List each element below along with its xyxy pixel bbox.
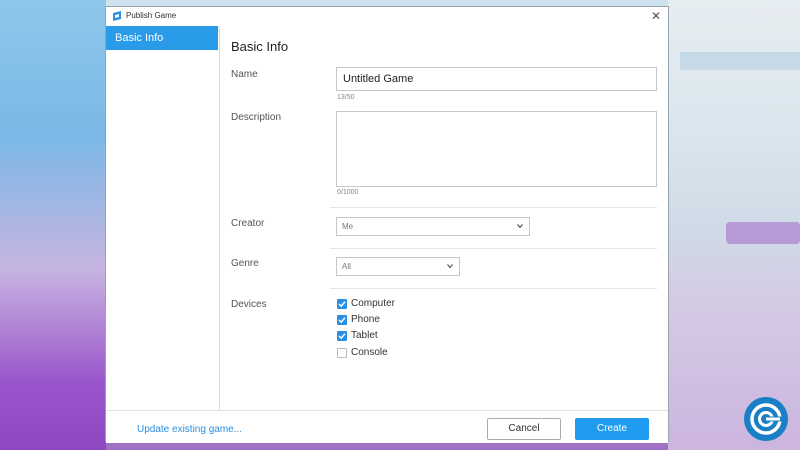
title-bar: Publish Game ✕: [106, 7, 668, 26]
divider: [330, 288, 657, 289]
chevron-down-icon: [517, 224, 523, 229]
sidebar-item-basic-info[interactable]: Basic Info: [106, 26, 218, 50]
device-label: Tablet: [351, 330, 378, 341]
checkbox-checked[interactable]: [337, 331, 347, 341]
checkmark-icon: [338, 301, 346, 308]
chevron-down-icon: [447, 264, 453, 269]
device-label: Console: [351, 347, 388, 358]
update-existing-game-link[interactable]: Update existing game...: [137, 424, 242, 435]
genre-dropdown[interactable]: All: [336, 257, 460, 276]
basic-info-panel: Basic Info Name 13/50 Description 0/1000…: [220, 26, 668, 410]
background-shape: [680, 52, 800, 70]
close-icon[interactable]: ✕: [650, 9, 662, 23]
divider: [330, 207, 657, 208]
device-label: Computer: [351, 298, 395, 309]
checkbox-checked[interactable]: [337, 299, 347, 309]
dialog-footer: Update existing game... Cancel Create: [106, 410, 668, 443]
background-left: [0, 0, 106, 450]
genre-value: All: [342, 262, 351, 271]
name-input[interactable]: [336, 67, 657, 91]
description-input[interactable]: [336, 111, 657, 187]
cancel-button[interactable]: Cancel: [487, 418, 561, 440]
devices-label: Devices: [231, 299, 267, 310]
device-label: Phone: [351, 314, 380, 325]
checkmark-icon: [338, 333, 346, 340]
genre-label: Genre: [231, 258, 259, 269]
creator-value: Me: [342, 222, 354, 231]
create-button[interactable]: Create: [575, 418, 649, 440]
page-title: Basic Info: [231, 39, 289, 54]
name-label: Name: [231, 69, 258, 80]
divider: [330, 248, 657, 249]
sidebar: Basic Info: [106, 26, 220, 410]
gamer-logo-icon: [744, 397, 788, 441]
checkbox-unchecked[interactable]: [337, 348, 347, 358]
window-title: Publish Game: [126, 11, 177, 20]
description-label: Description: [231, 112, 282, 123]
background-shape: [726, 222, 800, 244]
creator-label: Creator: [231, 218, 265, 229]
publish-game-dialog: Publish Game ✕ Basic Info Basic Info Nam…: [105, 6, 669, 443]
name-counter: 13/50: [337, 94, 355, 101]
checkmark-icon: [338, 317, 346, 324]
app-icon: [113, 11, 121, 21]
checkbox-checked[interactable]: [337, 315, 347, 325]
description-counter: 0/1000: [337, 189, 359, 196]
creator-dropdown[interactable]: Me: [336, 217, 530, 236]
